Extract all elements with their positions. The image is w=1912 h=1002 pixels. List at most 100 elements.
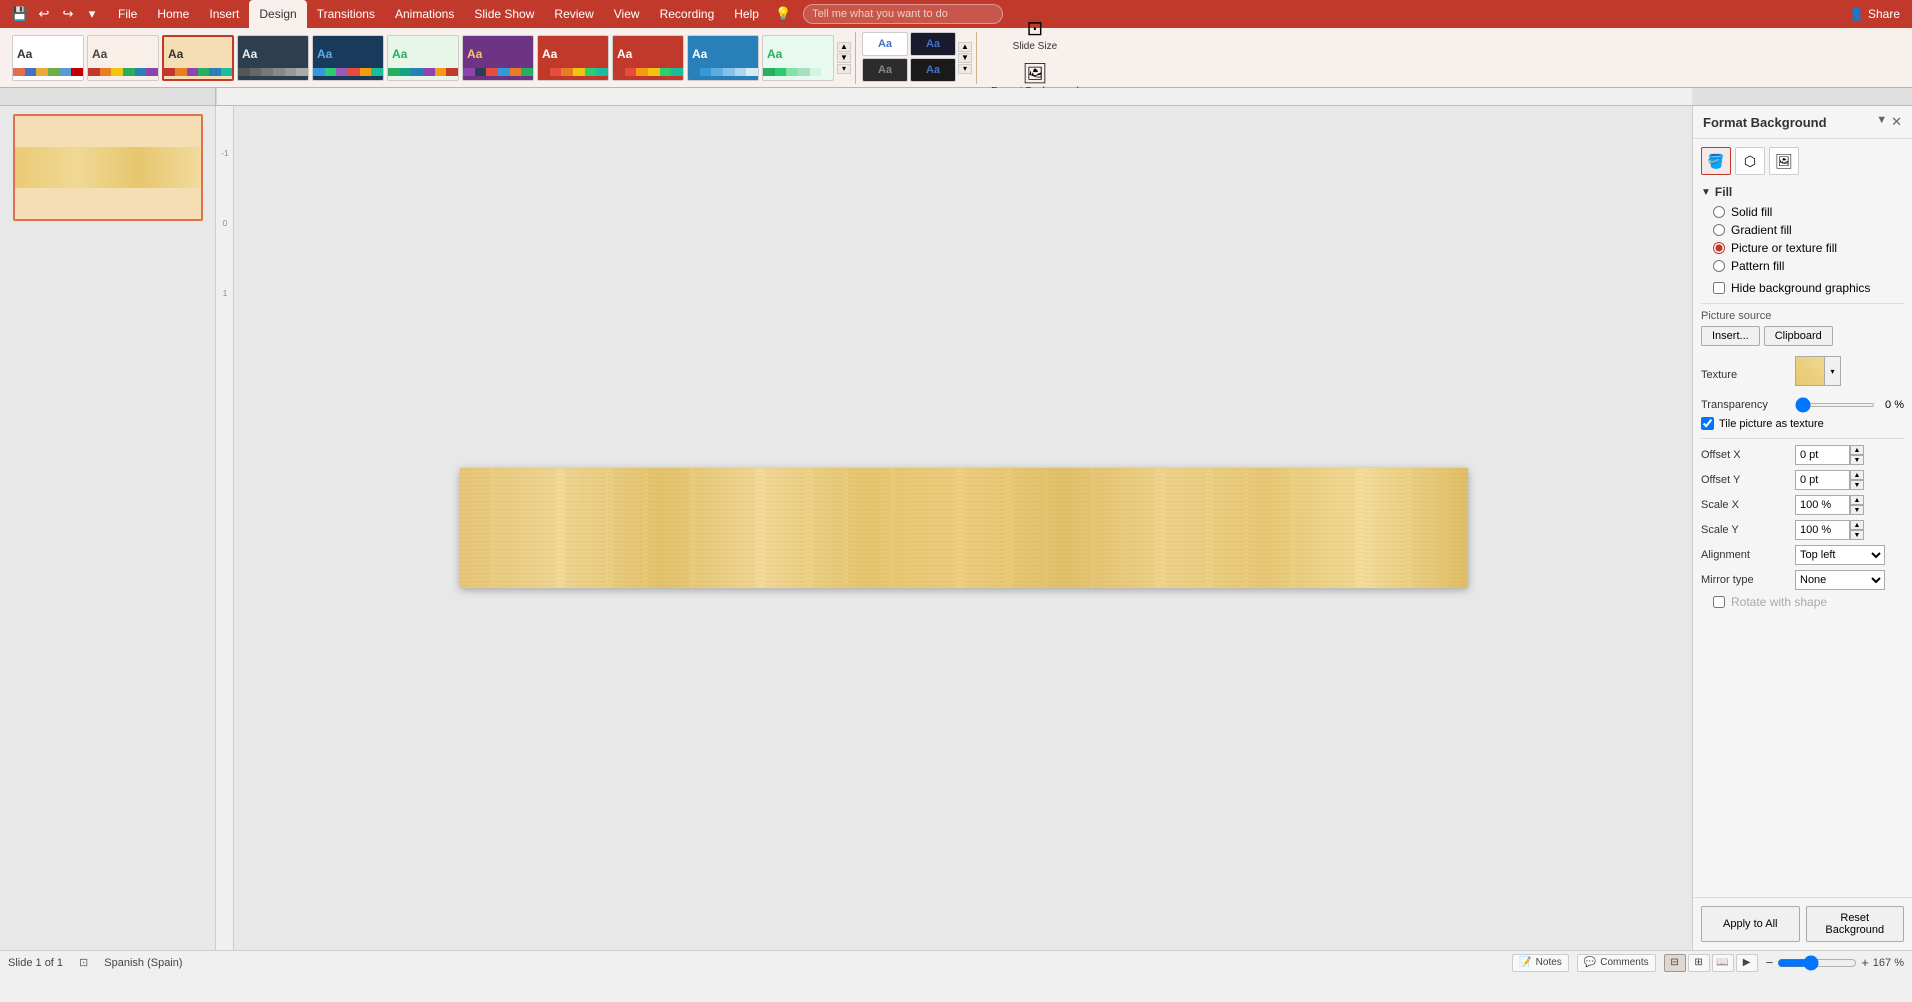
comments-button[interactable]: 💬 Comments [1577,954,1656,972]
offset-x-down[interactable]: ▼ [1850,455,1864,465]
theme-2[interactable]: Aa [87,35,159,81]
theme-ion[interactable]: Aa [462,35,534,81]
transparency-label: Transparency [1701,399,1791,411]
theme-slice[interactable]: Aa [687,35,759,81]
theme-ion-boardroom[interactable]: Aa [537,35,609,81]
theme-wisp[interactable]: Aa [762,35,834,81]
save-button[interactable]: 💾 [10,4,30,24]
menu-review[interactable]: Review [544,0,603,28]
mirror-select[interactable]: None Horizontal Vertical Both [1795,570,1885,590]
normal-view-button[interactable]: ⊟ [1664,954,1686,972]
offset-y-down[interactable]: ▼ [1850,480,1864,490]
theme-facet[interactable]: Aa [387,35,459,81]
solid-fill-option[interactable]: Solid fill [1713,205,1904,219]
mirror-label: Mirror type [1701,574,1791,586]
pattern-fill-option[interactable]: Pattern fill [1713,259,1904,273]
effects-icon-button[interactable]: ⬡ [1735,147,1765,175]
panel-close-button[interactable]: ✕ [1891,114,1902,130]
variants-row-1: Aa Aa [862,32,956,56]
gradient-fill-option[interactable]: Gradient fill [1713,223,1904,237]
scale-y-input[interactable] [1795,520,1850,540]
menu-home[interactable]: Home [147,0,199,28]
menu-transitions[interactable]: Transitions [307,0,385,28]
clipboard-button[interactable]: Clipboard [1764,326,1833,346]
tile-checkbox[interactable] [1701,417,1714,430]
scale-x-up[interactable]: ▲ [1850,495,1864,505]
offset-x-input[interactable] [1795,445,1850,465]
texture-preview[interactable] [1795,356,1825,386]
customize-qa-button[interactable]: ▾ [82,4,102,24]
fill-icon-button[interactable]: 🪣 [1701,147,1731,175]
reading-view-button[interactable]: 📖 [1712,954,1734,972]
themes-scroll-down[interactable]: ▼ [837,53,851,63]
variants-scroll[interactable]: ▲ ▼ ▾ [958,42,972,74]
scale-y-down[interactable]: ▼ [1850,530,1864,540]
reset-background-button[interactable]: Reset Background [1806,906,1905,942]
offset-y-up[interactable]: ▲ [1850,470,1864,480]
variant-3[interactable]: Aa [862,58,908,82]
insert-button[interactable]: Insert... [1701,326,1760,346]
theme-office[interactable]: Aa [12,35,84,81]
offset-x-up[interactable]: ▲ [1850,445,1864,455]
variant-1[interactable]: Aa [862,32,908,56]
pattern-fill-radio[interactable] [1713,260,1725,272]
alignment-select[interactable]: Top left Top center Top right Center lef… [1795,545,1885,565]
offset-x-label: Offset X [1701,449,1791,461]
picture-fill-radio[interactable] [1713,242,1725,254]
fit-to-window-icon: ⊡ [79,956,88,969]
rotate-checkbox[interactable] [1713,596,1725,608]
slide-thumbnail[interactable] [13,114,203,221]
format-panel-body: 🪣 ⬡ 🖼 ▼ Fill Solid fill Gradient fill [1693,139,1912,897]
texture-dropdown-button[interactable]: ▾ [1825,356,1841,386]
fill-collapse-arrow[interactable]: ▼ [1701,187,1711,198]
variant-2[interactable]: Aa [910,32,956,56]
theme-circuit[interactable]: Aa [312,35,384,81]
mirror-row: Mirror type None Horizontal Vertical Bot… [1701,570,1904,590]
menu-design[interactable]: Design [249,0,306,28]
themes-scroll-more[interactable]: ▾ [837,64,851,74]
slide-canvas[interactable] [460,468,1468,588]
scale-x-down[interactable]: ▼ [1850,505,1864,515]
slide-size-button[interactable]: ⊡ Slide Size [1005,15,1065,56]
scale-x-input[interactable] [1795,495,1850,515]
undo-button[interactable]: ↩ [34,4,54,24]
menu-animations[interactable]: Animations [385,0,464,28]
slide-sorter-button[interactable]: ⊞ [1688,954,1710,972]
panel-collapse-button[interactable]: ▼ [1876,114,1887,130]
themes-scroll-up[interactable]: ▲ [837,42,851,52]
offset-y-input[interactable] [1795,470,1850,490]
themes-scroll[interactable]: ▲ ▼ ▾ [837,42,851,74]
hide-bg-checkbox[interactable] [1713,282,1725,294]
search-input[interactable] [803,4,1003,24]
picture-icon-button[interactable]: 🖼 [1769,147,1799,175]
menu-recording[interactable]: Recording [650,0,725,28]
menu-insert[interactable]: Insert [199,0,249,28]
variants-scroll-up[interactable]: ▲ [958,42,972,52]
menu-file[interactable]: File [108,0,147,28]
variants-scroll-more[interactable]: ▾ [958,64,972,74]
zoom-out-button[interactable]: − [1766,955,1774,970]
solid-fill-radio[interactable] [1713,206,1725,218]
theme-retrospect[interactable]: Aa [612,35,684,81]
picture-fill-option[interactable]: Picture or texture fill [1713,241,1904,255]
variant-4[interactable]: Aa [910,58,956,82]
zoom-slider[interactable] [1777,955,1857,971]
scale-y-up[interactable]: ▲ [1850,520,1864,530]
transparency-slider[interactable] [1795,403,1875,407]
theme-dark[interactable]: Aa [237,35,309,81]
share-button[interactable]: 👤 Share [1841,5,1908,23]
picture-source-label: Picture source [1701,310,1904,322]
solid-fill-label: Solid fill [1731,205,1772,219]
slideshow-button[interactable]: ▶ [1736,954,1758,972]
picture-fill-label: Picture or texture fill [1731,241,1837,255]
notes-button[interactable]: 📝 Notes [1512,954,1569,972]
gradient-fill-radio[interactable] [1713,224,1725,236]
menu-view[interactable]: View [604,0,650,28]
menu-slideshow[interactable]: Slide Show [464,0,544,28]
redo-button[interactable]: ↪ [58,4,78,24]
variants-scroll-down[interactable]: ▼ [958,53,972,63]
menu-help[interactable]: Help [724,0,769,28]
zoom-in-button[interactable]: + [1861,955,1869,970]
theme-papyrus[interactable]: Aa [162,35,234,81]
apply-to-all-button[interactable]: Apply to All [1701,906,1800,942]
